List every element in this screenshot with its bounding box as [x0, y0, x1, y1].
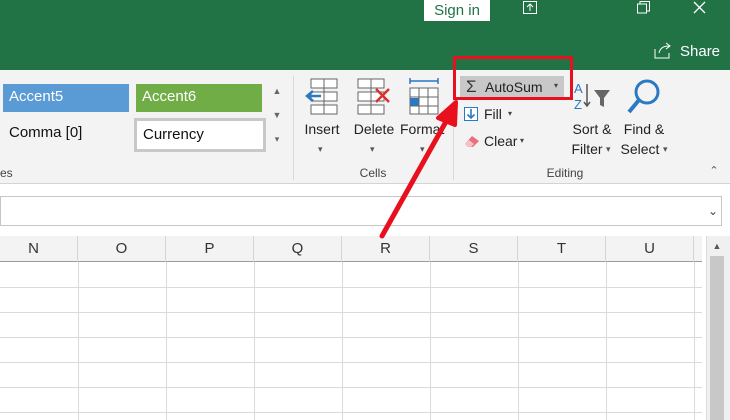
gallery-scroll-up-icon[interactable]: ▲: [270, 80, 284, 102]
column-gridline: [430, 262, 431, 420]
format-cells-icon: [409, 78, 439, 115]
group-separator: [293, 76, 294, 180]
expand-formula-bar-icon[interactable]: ⌄: [704, 201, 722, 221]
insert-button[interactable]: Insert ▾: [299, 76, 345, 166]
svg-text:A: A: [574, 81, 583, 96]
row-gridline: [0, 287, 702, 288]
editing-group-label: Editing: [546, 166, 584, 180]
column-header[interactable]: S: [430, 236, 518, 262]
column-header[interactable]: O: [78, 236, 166, 262]
sort-dropdown-icon: ▾: [606, 144, 611, 154]
column-gridline: [342, 262, 343, 420]
column-gridline: [254, 262, 255, 420]
close-button[interactable]: [676, 0, 722, 22]
fill-label: Fill: [484, 106, 502, 122]
column-header[interactable]: Q: [254, 236, 342, 262]
column-gridline: [78, 262, 79, 420]
share-button[interactable]: Share: [654, 40, 726, 64]
sort-filter-icon: A Z: [574, 81, 610, 112]
column-gridline: [694, 262, 695, 420]
format-button[interactable]: Format ▾: [400, 76, 446, 166]
column-header[interactable]: P: [166, 236, 254, 262]
delete-label: Delete: [353, 121, 395, 137]
row-gridline: [0, 362, 702, 363]
gallery-scroll-down-icon[interactable]: ▼: [270, 104, 284, 126]
scroll-up-icon[interactable]: ▲: [710, 238, 724, 254]
row-gridline: [0, 412, 702, 413]
style-comma0[interactable]: Comma [0]: [3, 120, 129, 148]
column-header[interactable]: N: [0, 236, 78, 262]
close-icon: [693, 1, 705, 14]
insert-cells-icon: [305, 78, 338, 115]
column-gridline: [606, 262, 607, 420]
sort-label-line1: Sort &: [572, 121, 612, 137]
cells-group-label: Cells: [359, 166, 387, 180]
ribbon-display-options-icon: [523, 1, 537, 14]
share-label: Share: [680, 43, 721, 60]
delete-dropdown-icon: ▾: [370, 144, 375, 154]
column-header[interactable]: U: [606, 236, 694, 262]
restore-icon: [636, 1, 650, 14]
find-label-line2: Select: [620, 141, 660, 157]
style-accent6[interactable]: Accent6: [136, 84, 262, 112]
column-gridline: [518, 262, 519, 420]
row-gridline: [0, 312, 702, 313]
scrollbar-thumb[interactable]: [710, 256, 724, 420]
restore-button[interactable]: [620, 0, 666, 22]
svg-text:Z: Z: [574, 97, 582, 112]
style-accent5[interactable]: Accent5: [3, 84, 129, 112]
collapse-ribbon-icon[interactable]: ⌃: [706, 164, 722, 180]
clear-button[interactable]: Clear ▾: [462, 132, 532, 152]
column-gridline: [166, 262, 167, 420]
styles-group-label: es: [0, 166, 13, 180]
ribbon-display-options-button[interactable]: [507, 0, 553, 22]
formula-bar[interactable]: [0, 196, 722, 226]
eraser-icon: [465, 136, 479, 147]
sign-in-button[interactable]: Sign in: [424, 0, 490, 21]
find-select-button[interactable]: Find & Select ▾: [618, 76, 672, 166]
row-gridline: [0, 387, 702, 388]
sort-filter-button[interactable]: A Z Sort & Filter ▾: [566, 76, 618, 166]
clear-dropdown-icon: ▾: [520, 136, 525, 145]
sort-label-line2: Filter: [571, 141, 603, 157]
fill-button[interactable]: Fill ▾: [462, 105, 522, 125]
gallery-more-icon[interactable]: ▾: [270, 128, 284, 150]
clear-label: Clear: [484, 133, 518, 149]
share-icon: [654, 42, 671, 59]
autosum-highlight-box: [453, 56, 573, 100]
format-label: Format: [400, 121, 445, 137]
row-gridline: [0, 337, 702, 338]
style-currency[interactable]: Currency: [134, 118, 266, 152]
format-dropdown-icon: ▾: [420, 144, 425, 154]
column-header[interactable]: R: [342, 236, 430, 262]
delete-cells-icon: [357, 78, 390, 115]
insert-label: Insert: [304, 121, 340, 137]
find-label-line1: Find &: [623, 121, 665, 137]
delete-button[interactable]: Delete ▾: [350, 76, 398, 166]
magnifier-icon: [627, 79, 660, 114]
insert-dropdown-icon: ▾: [318, 144, 323, 154]
fill-down-icon: [464, 107, 478, 121]
column-header[interactable]: T: [518, 236, 606, 262]
fill-dropdown-icon: ▾: [508, 109, 513, 118]
find-dropdown-icon: ▾: [663, 144, 668, 154]
